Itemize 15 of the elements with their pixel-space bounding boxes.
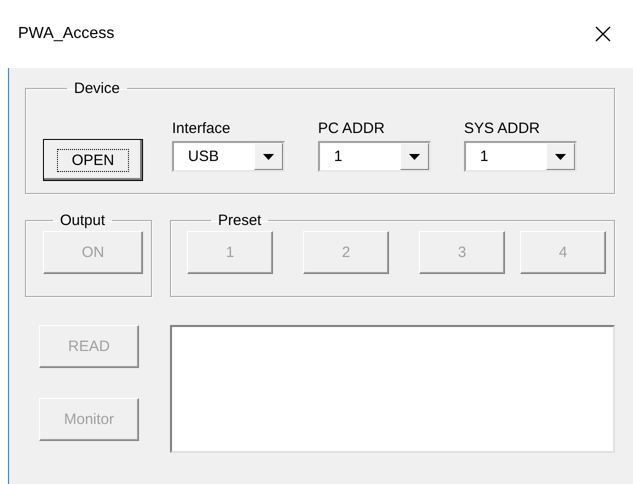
dropdown[interactable]: 1 — [464, 141, 577, 172]
window-title: PWA_Access — [18, 25, 114, 43]
close-icon — [595, 26, 611, 42]
open-button[interactable]: OPEN — [43, 139, 143, 181]
caret-icon — [555, 154, 566, 160]
dropdown[interactable]: USB — [172, 141, 285, 172]
field-label: SYS ADDR — [464, 120, 541, 137]
dropdown[interactable]: 1 — [318, 141, 431, 172]
caret-icon — [263, 154, 274, 160]
group-label: Output — [59, 212, 106, 229]
field-label: PC ADDR — [318, 120, 386, 137]
field-label: Interface — [172, 120, 232, 137]
caret-icon — [409, 154, 420, 160]
group-label: Device — [73, 80, 121, 97]
group-label: Preset — [217, 212, 262, 229]
